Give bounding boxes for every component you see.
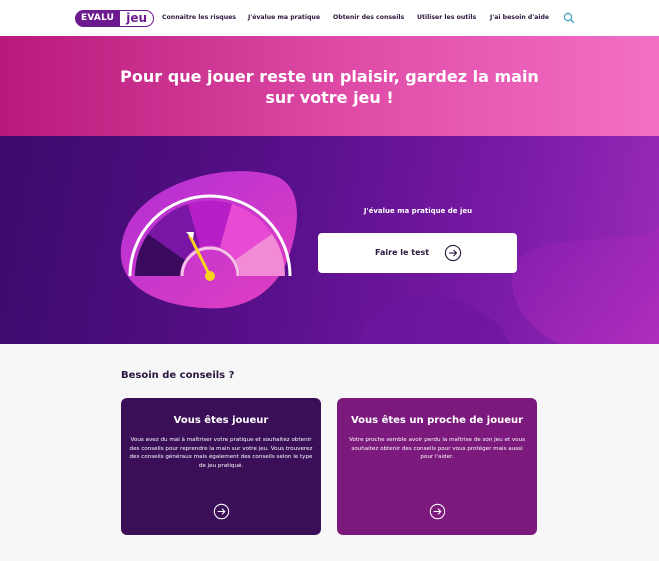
hero-title-line1: Pour que jouer reste un plaisir, gardez …	[120, 67, 539, 86]
test-section: J'évalue ma pratique de jeu Faire le tes…	[0, 136, 659, 344]
faire-le-test-button[interactable]: Faire le test	[318, 233, 517, 273]
nav-evalue-pratique[interactable]: J'évalue ma pratique	[248, 14, 320, 21]
nav-utiliser-outils[interactable]: Utiliser les outils	[417, 14, 476, 21]
card-proche-joueur[interactable]: Vous êtes un proche de joueur Votre proc…	[337, 398, 537, 535]
faire-le-test-label: Faire le test	[375, 248, 430, 257]
nav-obtenir-conseils[interactable]: Obtenir des conseils	[333, 14, 404, 21]
hero-title: Pour que jouer reste un plaisir, gardez …	[100, 66, 559, 108]
card-proche-title: Vous êtes un proche de joueur	[350, 415, 524, 426]
site-header: EVALU jeu Connaitre les risques J'évalue…	[0, 0, 659, 36]
arrow-right-circle-icon[interactable]	[429, 503, 446, 520]
test-label: J'évalue ma pratique de jeu	[363, 207, 473, 215]
arrow-right-circle-icon[interactable]	[213, 503, 230, 520]
logo-text-right: jeu	[119, 10, 154, 27]
advice-title: Besoin de conseils ?	[121, 370, 235, 381]
card-proche-text: Votre proche semble avoir perdu la maîtr…	[348, 437, 526, 461]
hero-banner: Pour que jouer reste un plaisir, gardez …	[0, 36, 659, 136]
nav-connaitre-risques[interactable]: Connaitre les risques	[162, 14, 236, 21]
nav-besoin-aide[interactable]: J'ai besoin d'aide	[490, 14, 549, 21]
advice-section: Besoin de conseils ? Vous êtes joueur Vo…	[0, 344, 659, 561]
search-icon[interactable]	[563, 12, 575, 24]
evalujeu-logo[interactable]: EVALU jeu	[75, 10, 154, 27]
card-joueur-text: Vous avez du mal à maîtriser votre prati…	[129, 437, 313, 469]
card-joueur-title: Vous êtes joueur	[173, 415, 269, 426]
hero-title-line2: sur votre jeu !	[265, 88, 394, 107]
logo-text-left: EVALU	[75, 10, 120, 27]
arrow-right-circle-icon	[444, 244, 462, 262]
card-joueur[interactable]: Vous êtes joueur Vous avez du mal à maît…	[121, 398, 321, 535]
